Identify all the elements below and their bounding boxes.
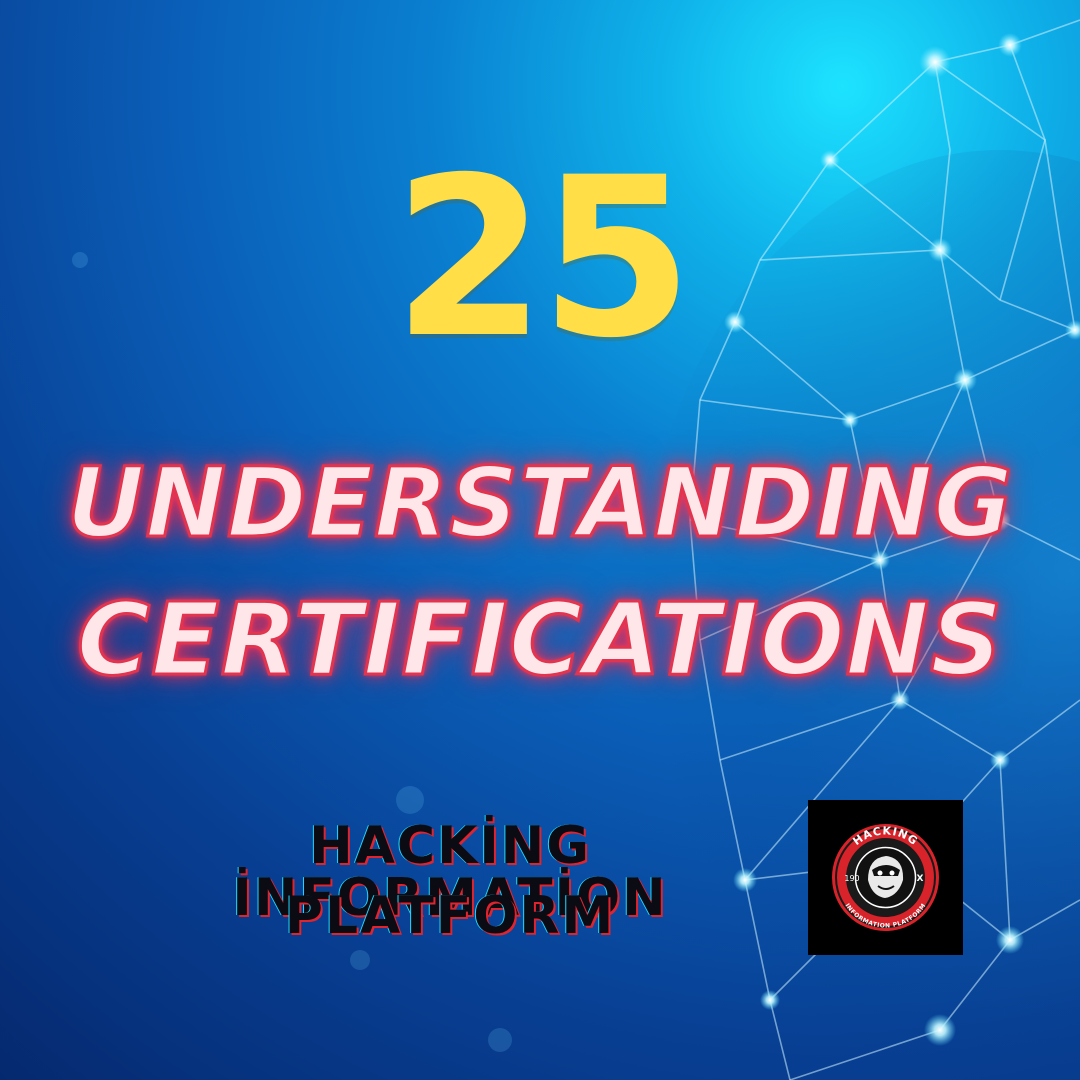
headline-title-line1: UNDERSTANDING: [65, 447, 1014, 559]
logo-left-text: 190: [844, 874, 859, 883]
brand-logo: HACKING INFORMATION PLATFORM 190 X: [808, 800, 963, 955]
logo-right-text: X: [917, 874, 924, 884]
brand-name-line2: PLATFORM: [284, 886, 616, 946]
headline-title-line2: CERTIFICATIONS: [75, 581, 1004, 698]
headline-number: 25: [392, 130, 693, 386]
hacker-mascot-icon: HACKING INFORMATION PLATFORM 190 X: [832, 824, 939, 931]
